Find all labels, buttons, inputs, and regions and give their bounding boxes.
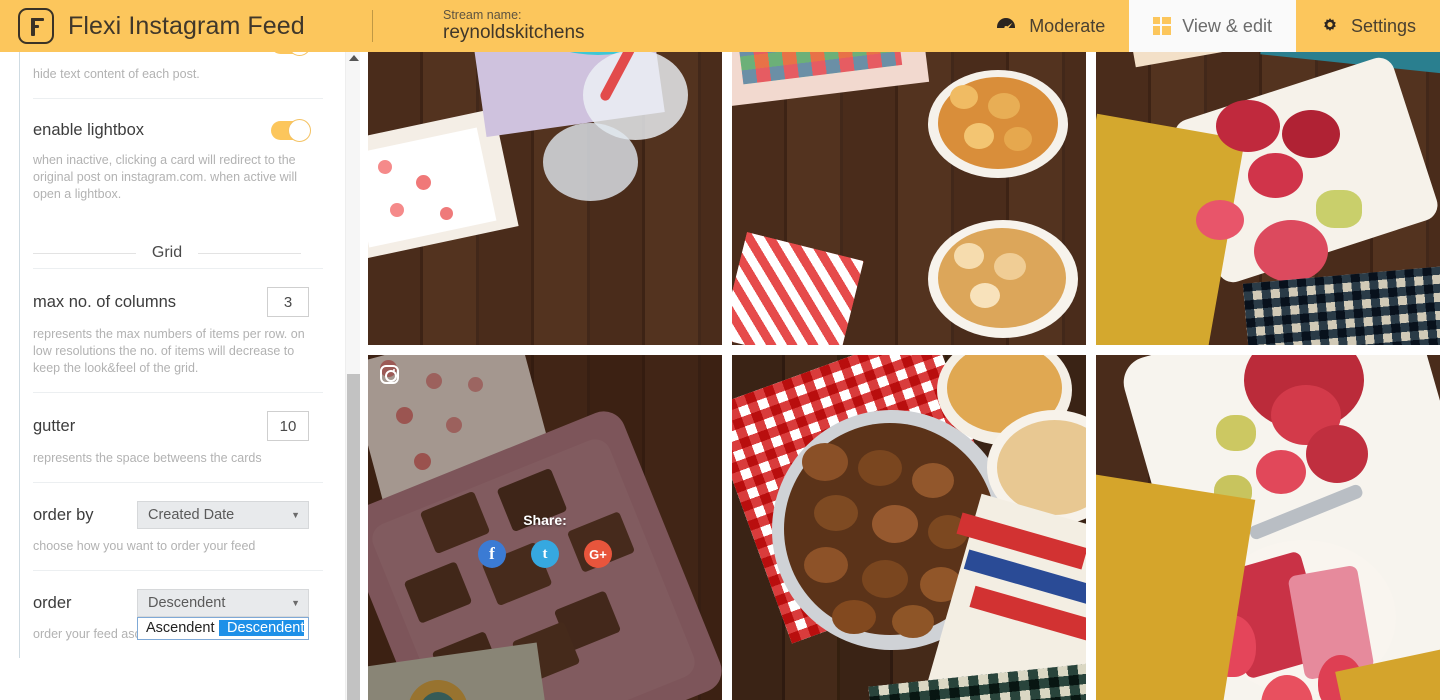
gauge-icon [997,18,1016,30]
stream-name-block: Stream name: reynoldskitchens [373,0,970,52]
field-hide-text: hide text hide text content of each post… [33,52,323,98]
field-max-columns-label: max no. of columns [33,292,177,311]
share-twitter-button[interactable]: t [1259,160,1287,188]
section-grid-title: Grid [151,244,183,261]
share-label: Share: [523,132,567,148]
gutter-input[interactable] [267,411,309,441]
hide-text-toggle[interactable] [271,52,311,56]
share-twitter-button[interactable]: t [1259,540,1287,568]
share-googleplus-button[interactable]: G+ [1312,540,1340,568]
field-order-by-label: order by [33,505,94,524]
share-googleplus-button[interactable]: G+ [948,540,976,568]
tab-view-and-edit[interactable]: View & edit [1129,0,1296,52]
field-order: order Descendent ▼ Ascendent Descendent … [33,570,323,658]
order-value: Descendent [148,595,226,611]
flexi-logo-icon [18,8,54,44]
share-googleplus-button[interactable]: G+ [584,160,612,188]
share-label: Share: [523,512,567,528]
share-googleplus-button[interactable]: G+ [1312,160,1340,188]
tab-view-and-edit-label: View & edit [1182,15,1272,36]
feed-card[interactable]: Share: f t G+ [732,355,1086,700]
share-label: Share: [887,512,931,528]
field-enable-lightbox-help: when inactive, clicking a card will redi… [33,153,298,201]
order-option-descendent[interactable]: Descendent [218,620,305,636]
sidebar-rail [19,52,20,658]
feed-grid: Share: f t G+ [368,52,1440,700]
order-option-ascendent[interactable]: Ascendent [138,620,215,636]
order-by-select[interactable]: Created Date ▼ [137,501,309,529]
feed-card[interactable]: Share: f t G+ [368,355,722,700]
field-order-label: order [33,593,72,612]
share-facebook-button[interactable]: f [478,540,506,568]
instagram-icon [380,365,399,384]
field-gutter-help: represents the space betweens the cards [33,451,262,465]
share-label: Share: [1251,132,1295,148]
field-hide-text-label: hide text [33,52,95,54]
gear-icon [1324,18,1336,31]
share-googleplus-button[interactable]: G+ [584,540,612,568]
enable-lightbox-toggle[interactable] [271,118,311,142]
settings-sidebar: hide text hide text content of each post… [0,52,345,700]
stream-name-label: Stream name: [443,8,522,22]
tab-settings[interactable]: Settings [1296,0,1440,52]
field-enable-lightbox: enable lightbox when inactive, clicking … [33,98,323,218]
share-facebook-button[interactable]: f [1206,540,1234,568]
stream-name-value: reynoldskitchens [443,22,585,43]
feed-card[interactable]: Share: f t G+ [732,52,1086,345]
tab-settings-label: Settings [1350,15,1416,36]
header-nav: Moderate View & edit Settings [970,0,1440,52]
chevron-down-icon: ▼ [291,598,300,608]
share-facebook-button[interactable]: f [478,160,506,188]
share-facebook-button[interactable]: f [1206,160,1234,188]
share-twitter-button[interactable]: t [895,160,923,188]
share-facebook-button[interactable]: f [842,540,870,568]
share-label: Share: [1251,512,1295,528]
tab-moderate[interactable]: Moderate [970,0,1129,52]
share-label: Share: [887,132,931,148]
field-max-columns-help: represents the max numbers of items per … [33,327,305,375]
share-googleplus-button[interactable]: G+ [948,160,976,188]
order-options-list: Ascendent Descendent [137,617,309,640]
grid-icon [1153,17,1172,35]
feed-panel: Share: f t G+ [360,52,1440,700]
field-gutter-label: gutter [33,416,76,435]
feed-card[interactable]: Share: f t G+ [1096,355,1440,700]
feed-card[interactable]: Share: f t G+ [368,52,722,345]
share-twitter-button[interactable]: t [531,160,559,188]
field-max-columns: max no. of columns represents the max nu… [33,268,323,392]
share-facebook-button[interactable]: f [842,160,870,188]
sidebar-scrollbar[interactable] [345,52,360,700]
page-title: Flexi Instagram Feed [68,11,305,40]
app-header: Flexi Instagram Feed Stream name: reynol… [0,0,1440,52]
share-twitter-button[interactable]: t [895,540,923,568]
order-by-value: Created Date [148,507,235,523]
field-order-by: order by Created Date ▼ choose how you w… [33,482,323,570]
field-enable-lightbox-label: enable lightbox [33,120,145,139]
share-overlay: Share: f t G+ [368,355,722,700]
field-order-by-help: choose how you want to order your feed [33,539,256,553]
share-twitter-button[interactable]: t [531,540,559,568]
tab-moderate-label: Moderate [1029,15,1106,36]
field-gutter: gutter represents the space betweens the… [33,392,323,482]
brand: Flexi Instagram Feed [0,0,372,52]
scroll-up-arrow[interactable] [349,55,359,61]
scrollbar-thumb[interactable] [347,374,360,700]
order-select[interactable]: Descendent ▼ [137,589,309,617]
chevron-down-icon: ▼ [291,510,300,520]
feed-card[interactable]: Share: f t G+ [1096,52,1440,345]
field-hide-text-help: hide text content of each post. [33,67,200,81]
max-columns-input[interactable] [267,287,309,317]
section-grid-header: Grid [33,244,302,262]
